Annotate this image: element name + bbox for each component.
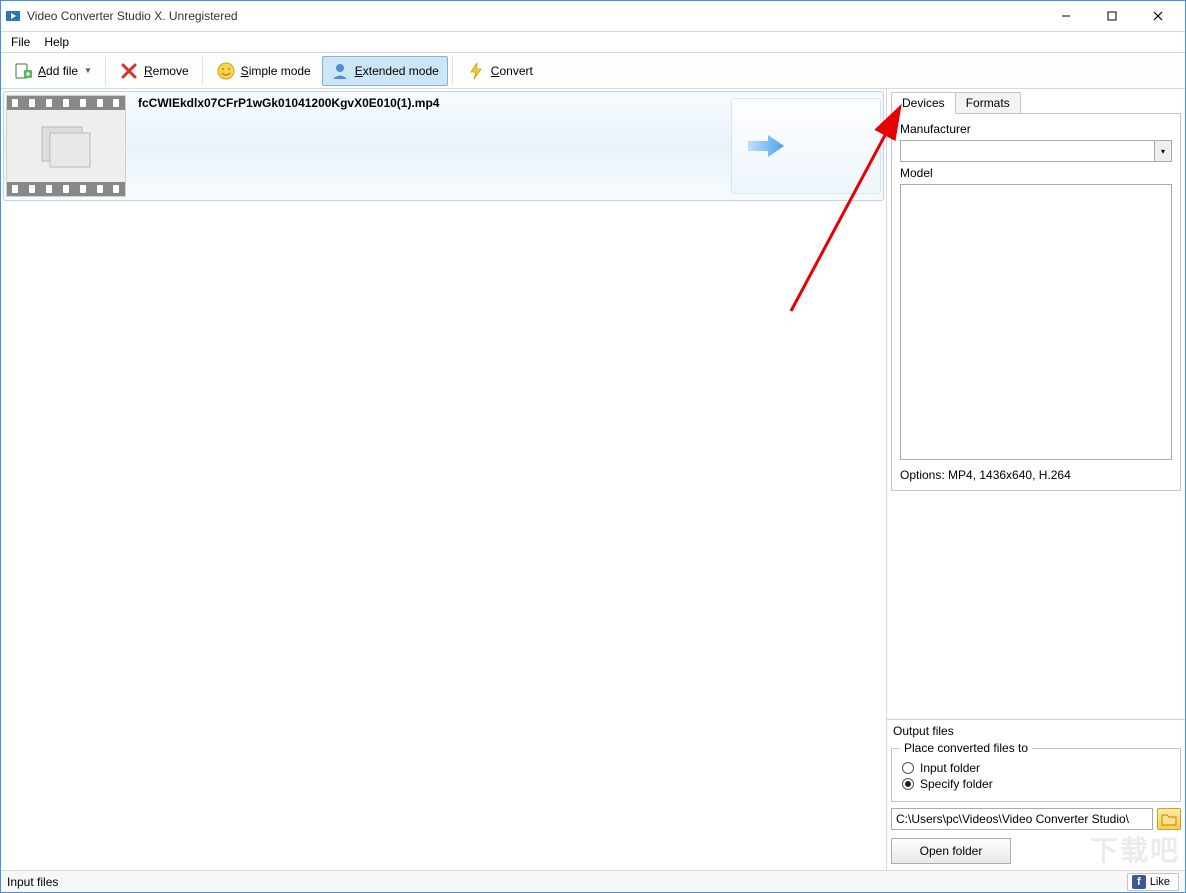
convert-button[interactable]: Convert bbox=[458, 56, 542, 86]
simple-mode-button[interactable]: Simple mode bbox=[208, 56, 320, 86]
app-icon bbox=[5, 8, 21, 24]
right-pane: Devices Formats Manufacturer ▾ Model Opt… bbox=[887, 89, 1185, 870]
radio-icon bbox=[902, 762, 914, 774]
toolbar-separator bbox=[202, 57, 204, 85]
toolbar: Add file ▼ Remove Simple mode Extended m… bbox=[1, 53, 1185, 89]
remove-label: Remove bbox=[144, 64, 189, 78]
tab-strip: Devices Formats bbox=[887, 89, 1185, 113]
output-group-legend: Place converted files to bbox=[900, 741, 1032, 755]
statusbar: Input files f Like bbox=[1, 870, 1185, 892]
file-item[interactable]: fcCWIEkdlx07CFrP1wGk01041200KgvX0E010(1)… bbox=[3, 91, 884, 201]
file-name-label: fcCWIEkdlx07CFrP1wGk01041200KgvX0E010(1)… bbox=[138, 96, 731, 110]
radio-input-folder-label: Input folder bbox=[920, 761, 980, 775]
tab-devices-body: Manufacturer ▾ Model Options: MP4, 1436x… bbox=[891, 113, 1181, 491]
model-label: Model bbox=[900, 166, 1172, 180]
output-preview-box bbox=[731, 98, 881, 194]
titlebar: Video Converter Studio X. Unregistered bbox=[1, 1, 1185, 31]
left-pane: fcCWIEkdlx07CFrP1wGk01041200KgvX0E010(1)… bbox=[1, 89, 887, 870]
radio-icon bbox=[902, 778, 914, 790]
output-path-input[interactable] bbox=[891, 808, 1153, 830]
window-title: Video Converter Studio X. Unregistered bbox=[27, 9, 1043, 23]
toolbar-separator bbox=[105, 57, 107, 85]
minimize-button[interactable] bbox=[1043, 1, 1089, 31]
add-file-label: Add file bbox=[38, 64, 78, 78]
status-left-text: Input files bbox=[7, 875, 58, 889]
simple-mode-label: Simple mode bbox=[241, 64, 311, 78]
facebook-icon: f bbox=[1132, 875, 1146, 889]
open-folder-label: Open folder bbox=[920, 844, 983, 858]
right-spacer bbox=[887, 491, 1185, 719]
manufacturer-input[interactable] bbox=[900, 140, 1154, 162]
folder-icon bbox=[1161, 812, 1177, 826]
output-location-group: Place converted files to Input folder Sp… bbox=[891, 748, 1181, 802]
extended-mode-button[interactable]: Extended mode bbox=[322, 56, 448, 86]
menu-file[interactable]: File bbox=[5, 33, 36, 51]
maximize-button[interactable] bbox=[1089, 1, 1135, 31]
output-panel: Output files Place converted files to In… bbox=[887, 719, 1185, 870]
remove-button[interactable]: Remove bbox=[111, 56, 198, 86]
options-text: Options: MP4, 1436x640, H.264 bbox=[900, 464, 1172, 482]
menubar: File Help bbox=[1, 31, 1185, 53]
add-file-button[interactable]: Add file ▼ bbox=[5, 56, 101, 86]
radio-specify-folder[interactable]: Specify folder bbox=[902, 777, 1170, 791]
close-button[interactable] bbox=[1135, 1, 1181, 31]
file-thumbnail bbox=[6, 95, 126, 197]
chevron-down-icon[interactable]: ▾ bbox=[1154, 140, 1172, 162]
toolbar-separator bbox=[452, 57, 454, 85]
facebook-like-button[interactable]: f Like bbox=[1127, 873, 1179, 891]
model-listbox[interactable] bbox=[900, 184, 1172, 460]
lightning-icon bbox=[467, 62, 485, 80]
main-area: fcCWIEkdlx07CFrP1wGk01041200KgvX0E010(1)… bbox=[1, 89, 1185, 870]
app-window: Video Converter Studio X. Unregistered F… bbox=[0, 0, 1186, 893]
like-label: Like bbox=[1150, 876, 1170, 888]
menu-help[interactable]: Help bbox=[38, 33, 75, 51]
open-folder-button[interactable]: Open folder bbox=[891, 838, 1011, 864]
remove-icon bbox=[120, 62, 138, 80]
arrow-right-icon bbox=[746, 132, 786, 160]
manufacturer-combo[interactable]: ▾ bbox=[900, 140, 1172, 162]
convert-label: Convert bbox=[491, 64, 533, 78]
tab-devices[interactable]: Devices bbox=[891, 92, 956, 114]
tab-formats[interactable]: Formats bbox=[955, 92, 1021, 113]
smile-icon bbox=[217, 62, 235, 80]
user-icon bbox=[331, 62, 349, 80]
browse-folder-button[interactable] bbox=[1157, 808, 1181, 830]
radio-input-folder[interactable]: Input folder bbox=[902, 761, 1170, 775]
radio-specify-folder-label: Specify folder bbox=[920, 777, 993, 791]
output-header: Output files bbox=[891, 720, 1181, 742]
add-file-icon bbox=[14, 62, 32, 80]
file-list[interactable]: fcCWIEkdlx07CFrP1wGk01041200KgvX0E010(1)… bbox=[1, 89, 886, 870]
extended-mode-label: Extended mode bbox=[355, 64, 439, 78]
manufacturer-label: Manufacturer bbox=[900, 122, 1172, 136]
dropdown-caret-icon: ▼ bbox=[84, 66, 92, 75]
